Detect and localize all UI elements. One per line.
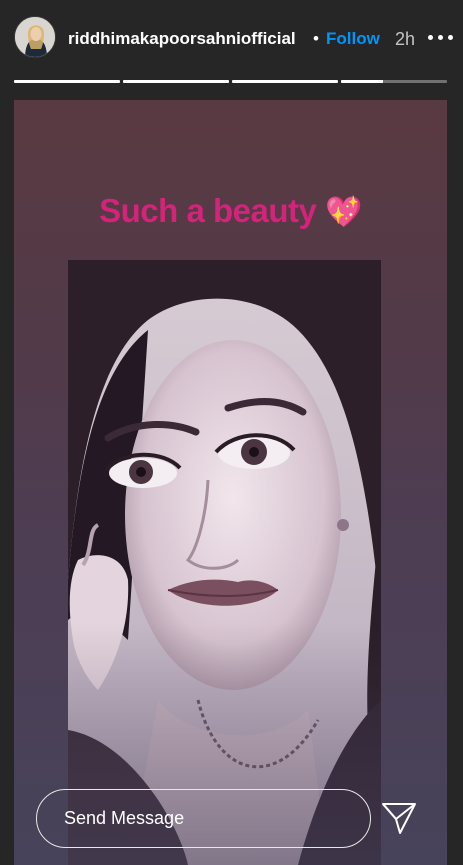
progress-segment-3 (232, 80, 338, 83)
avatar[interactable] (14, 16, 56, 58)
progress-segment-fill (14, 80, 120, 83)
follow-button[interactable]: Follow (326, 29, 380, 49)
progress-segment-fill (232, 80, 338, 83)
post-time: 2h (395, 29, 416, 49)
portrait-photo (68, 260, 381, 865)
more-dot (428, 34, 433, 40)
profile-avatar-icon (15, 17, 55, 57)
progress-segment-2 (123, 80, 229, 83)
story-viewer: riddhimakapoorsahniofficial • Follow 2h … (0, 0, 463, 865)
send-message-input[interactable]: Send Message (36, 789, 371, 848)
sparkling-heart-emoji: 💖 (325, 196, 362, 229)
send-message-placeholder: Send Message (64, 808, 185, 828)
story-header: riddhimakapoorsahniofficial • Follow 2h (0, 0, 463, 78)
more-dot (438, 34, 443, 40)
separator-dot: • (313, 29, 319, 48)
send-icon[interactable] (380, 800, 418, 836)
username[interactable]: riddhimakapoorsahniofficial (68, 29, 296, 49)
caption-text: Such a beauty (99, 192, 317, 229)
more-dot (448, 34, 453, 40)
story-content[interactable]: Such a beauty 💖 (14, 100, 447, 865)
story-photo (68, 260, 381, 865)
paper-plane-icon (382, 803, 416, 834)
progress-segment-fill (123, 80, 229, 83)
progress-segment-fill (341, 80, 384, 83)
progress-segment-1 (14, 80, 120, 83)
story-progress-bar (14, 80, 447, 83)
more-options-icon[interactable] (428, 30, 460, 44)
progress-segment-4 (341, 80, 447, 83)
story-caption: Such a beauty 💖 (14, 192, 447, 230)
